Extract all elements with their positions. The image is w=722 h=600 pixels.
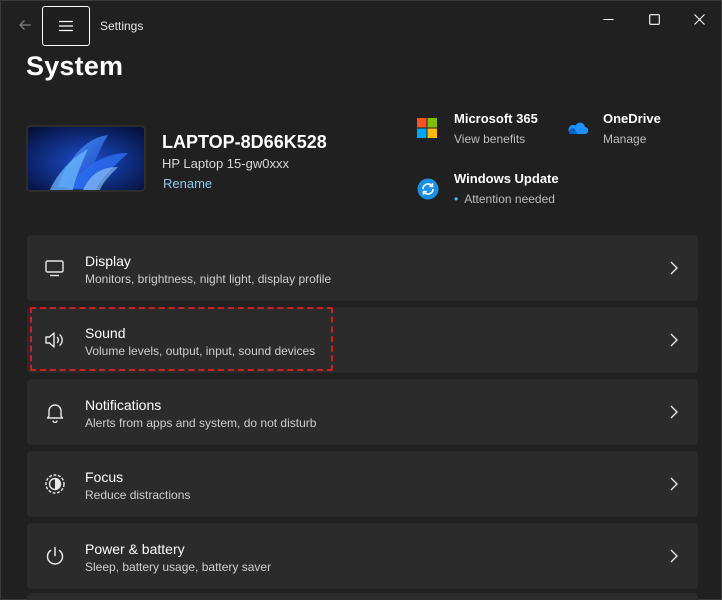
title-bar: Settings <box>1 1 721 46</box>
rename-link[interactable]: Rename <box>163 176 212 191</box>
chevron-right-icon <box>670 549 678 563</box>
speaker-icon <box>43 328 67 352</box>
card-title: Power & battery <box>85 541 185 557</box>
card-title: Notifications <box>85 397 162 413</box>
status-dot: • <box>454 192 459 206</box>
chevron-right-icon <box>670 261 678 275</box>
device-model: HP Laptop 15-gw0xxx <box>162 156 289 171</box>
card-subtitle: Monitors, brightness, night light, displ… <box>85 272 332 286</box>
card-title: Focus <box>85 469 124 485</box>
close-icon <box>693 13 705 25</box>
close-button[interactable] <box>677 7 721 31</box>
microsoft-365-icon <box>417 118 437 143</box>
card-title: Display <box>85 253 131 269</box>
navigation-menu-button[interactable] <box>42 6 90 46</box>
window-title: Settings <box>100 19 144 33</box>
maximize-icon <box>648 13 660 25</box>
minimize-button[interactable] <box>586 7 630 31</box>
windows-update-icon <box>417 178 439 205</box>
card-subtitle: Alerts from apps and system, do not dist… <box>85 416 317 430</box>
chevron-right-icon <box>670 477 678 491</box>
focus-icon <box>43 472 67 496</box>
windows-update-status: • Attention needed <box>454 192 559 206</box>
next-settings-card-partial <box>27 593 698 600</box>
onedrive-icon <box>566 121 589 140</box>
device-name: LAPTOP-8D66K528 <box>162 132 327 152</box>
settings-card-power-battery[interactable]: Power & battery Sleep, battery usage, ba… <box>27 523 698 589</box>
onedrive-subtitle: Manage <box>603 132 647 146</box>
display-icon <box>43 256 67 280</box>
settings-card-sound[interactable]: Sound Volume levels, output, input, soun… <box>27 307 698 373</box>
minimize-icon <box>603 18 613 20</box>
microsoft-365-title: Microsoft 365 <box>454 111 538 126</box>
windows-update-subtitle: Attention needed <box>464 192 555 206</box>
card-title: Sound <box>85 325 126 341</box>
maximize-button[interactable] <box>632 7 676 31</box>
microsoft-365-subtitle: View benefits <box>454 132 526 146</box>
windows-update-title: Windows Update <box>454 171 559 186</box>
device-wallpaper-thumbnail <box>26 125 146 192</box>
page-title: System <box>26 51 124 81</box>
card-subtitle: Volume levels, output, input, sound devi… <box>85 344 316 358</box>
settings-card-display[interactable]: Display Monitors, brightness, night ligh… <box>27 235 698 301</box>
hamburger-icon <box>59 20 73 32</box>
chevron-right-icon <box>670 333 678 347</box>
windows-bloom-wallpaper-icon <box>28 127 144 190</box>
settings-window: Settings System LAPTOP-8D66K528 HP Lapto… <box>0 0 722 600</box>
power-icon <box>43 544 67 568</box>
back-arrow-icon <box>19 20 31 30</box>
onedrive-link[interactable]: OneDrive Manage <box>603 111 661 146</box>
settings-card-focus[interactable]: Focus Reduce distractions <box>27 451 698 517</box>
microsoft-365-link[interactable]: Microsoft 365 View benefits <box>454 111 538 146</box>
card-subtitle: Sleep, battery usage, battery saver <box>85 560 272 574</box>
settings-card-notifications[interactable]: Notifications Alerts from apps and syste… <box>27 379 698 445</box>
onedrive-title: OneDrive <box>603 111 661 126</box>
back-button[interactable] <box>11 13 39 37</box>
windows-update-link[interactable]: Windows Update • Attention needed <box>454 171 559 206</box>
chevron-right-icon <box>670 405 678 419</box>
bell-icon <box>43 400 67 424</box>
card-subtitle: Reduce distractions <box>85 488 191 502</box>
